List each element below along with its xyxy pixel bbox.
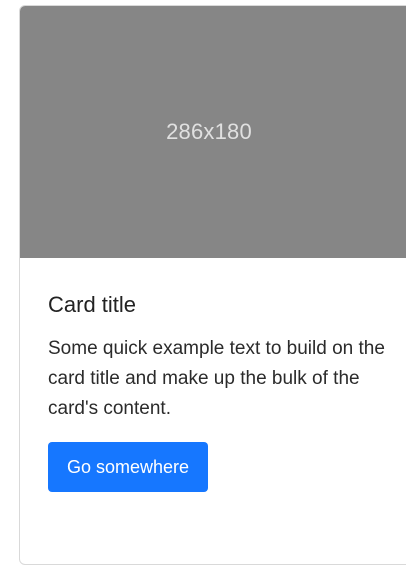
card-title: Card title [48, 292, 137, 317]
card-body: Card title Some quick example text to bu… [20, 292, 406, 492]
card: 286x180 Card title Some quick example te… [19, 5, 406, 565]
card-text: Some quick example text to build on the … [48, 338, 385, 419]
image-size-label: 286x180 [166, 119, 252, 144]
go-somewhere-button[interactable]: Go somewhere [48, 442, 209, 492]
card-image-placeholder: 286x180 [20, 6, 406, 258]
